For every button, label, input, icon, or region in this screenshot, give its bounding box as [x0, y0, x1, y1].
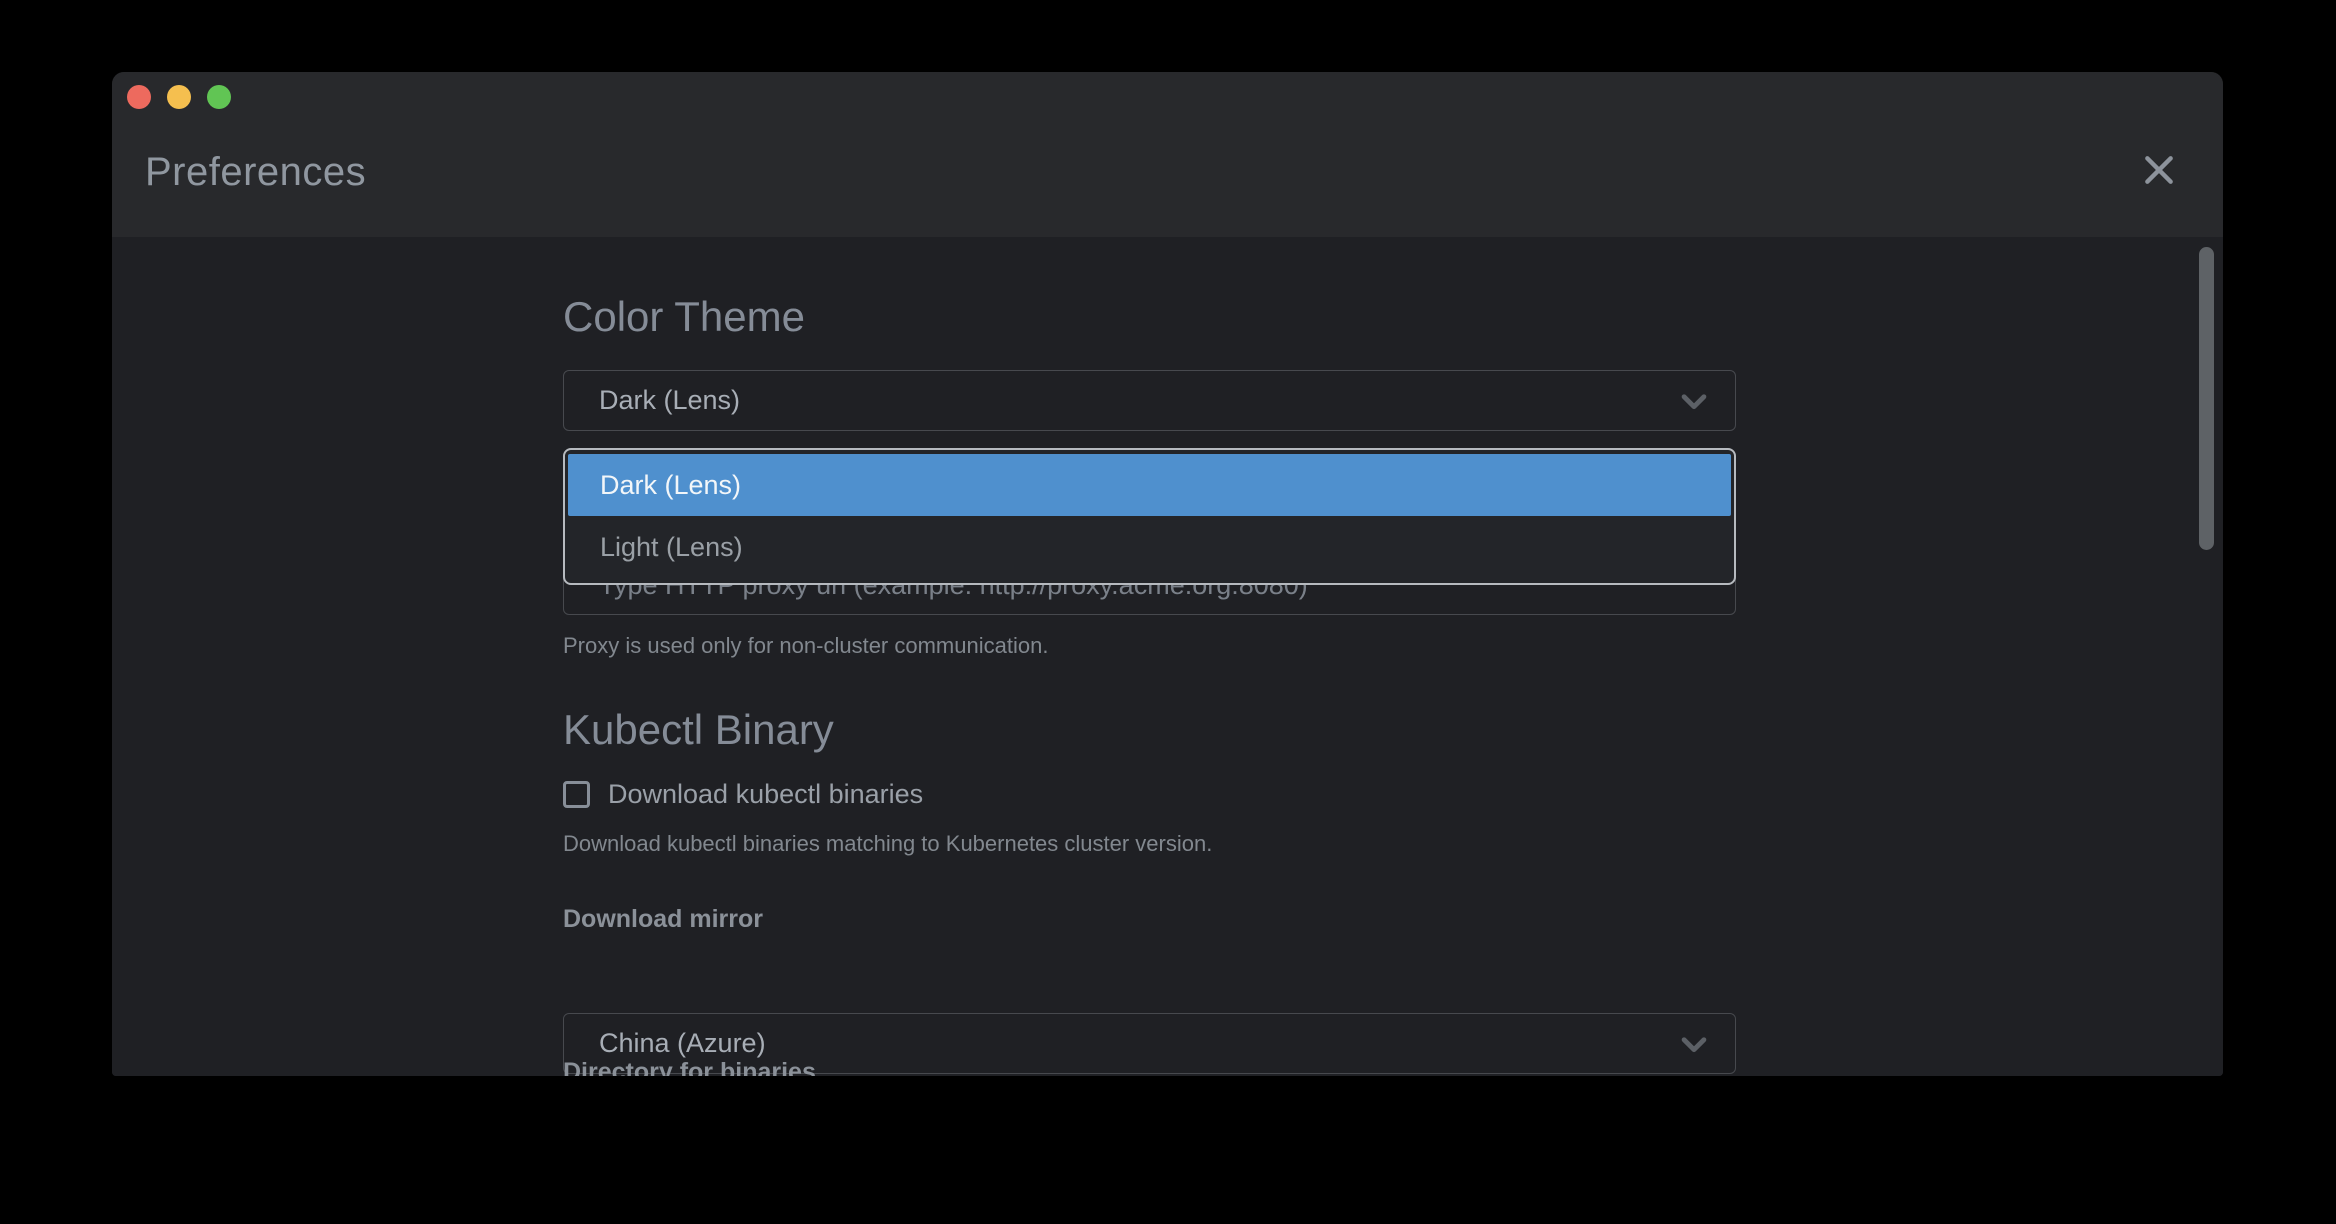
download-mirror-select-value: China (Azure)	[599, 1028, 766, 1059]
traffic-light-close-button[interactable]	[127, 85, 151, 109]
traffic-light-minimize-button[interactable]	[167, 85, 191, 109]
chevron-down-icon	[1677, 384, 1711, 418]
traffic-light-zoom-button[interactable]	[207, 85, 231, 109]
download-kubectl-checkbox-label: Download kubectl binaries	[608, 779, 923, 810]
kubectl-heading: Kubectl Binary	[563, 706, 1736, 754]
color-theme-select-value: Dark (Lens)	[599, 385, 740, 416]
color-theme-heading: Color Theme	[563, 293, 1736, 341]
scrollbar-track[interactable]	[2199, 237, 2214, 1076]
dropdown-option-dark-label: Dark (Lens)	[600, 470, 741, 501]
dropdown-option-dark[interactable]: Dark (Lens)	[568, 454, 1731, 516]
close-button[interactable]	[2135, 146, 2183, 194]
titlebar: Preferences	[112, 72, 2223, 237]
content-area: Color Theme Dark (Lens) Dark (Lens) Ligh…	[112, 237, 2223, 1076]
close-icon	[2139, 150, 2179, 190]
kubectl-description: Download kubectl binaries matching to Ku…	[563, 831, 1736, 857]
preferences-window: Preferences Color Theme Dark (Lens) Dark…	[112, 72, 2223, 1076]
dropdown-option-light-label: Light (Lens)	[600, 532, 743, 563]
color-theme-dropdown: Dark (Lens) Light (Lens)	[563, 448, 1736, 585]
scrollbar-thumb[interactable]	[2199, 247, 2214, 550]
download-mirror-label: Download mirror	[563, 905, 1736, 934]
color-theme-select[interactable]: Dark (Lens)	[563, 370, 1736, 431]
chevron-down-icon	[1677, 1027, 1711, 1061]
proxy-helper-text: Proxy is used only for non-cluster commu…	[563, 633, 1736, 659]
directory-for-binaries-label: Directory for binaries	[563, 1058, 1736, 1076]
page-title: Preferences	[145, 150, 366, 195]
download-kubectl-checkbox-row[interactable]: Download kubectl binaries	[563, 779, 1736, 810]
traffic-lights	[127, 85, 231, 109]
dropdown-option-light[interactable]: Light (Lens)	[568, 516, 1731, 578]
download-kubectl-checkbox[interactable]	[563, 781, 590, 808]
